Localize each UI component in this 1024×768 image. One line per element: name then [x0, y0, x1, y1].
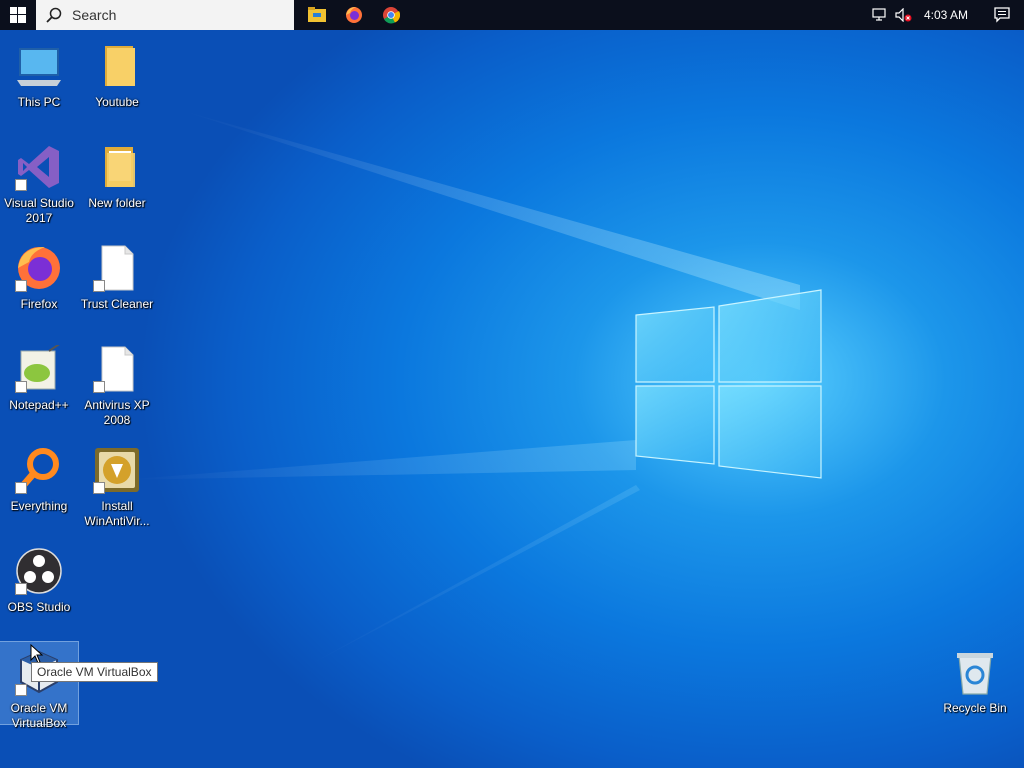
taskbar-chrome[interactable] — [372, 0, 409, 30]
desktop-icon-label: OBS Studio — [7, 600, 71, 614]
shortcut-arrow-icon — [15, 583, 27, 595]
system-tray: 4:03 AM — [868, 0, 1024, 30]
shortcut-arrow-icon — [15, 179, 27, 191]
desktop-icon-antivirus-xp[interactable]: Antivirus XP 2008 — [78, 339, 156, 428]
volume-tray-button[interactable] — [892, 0, 916, 30]
installer-icon — [93, 446, 141, 494]
search-box[interactable]: Search — [36, 0, 294, 30]
taskbar: Search 4:03 AM — [0, 0, 1024, 30]
recycle-bin-icon — [951, 648, 999, 696]
desktop-icon-label: New folder — [88, 196, 146, 210]
desktop-icon-label: Notepad++ — [9, 398, 69, 412]
desktop-icon-label: Install WinAntiVir... — [84, 499, 150, 528]
search-placeholder: Search — [72, 7, 117, 23]
shortcut-arrow-icon — [93, 482, 105, 494]
shortcut-arrow-icon — [15, 381, 27, 393]
file-explorer-icon — [307, 7, 326, 22]
folder-icon — [93, 42, 141, 90]
firefox-icon — [345, 7, 362, 23]
shortcut-arrow-icon — [93, 280, 105, 292]
visual-studio-icon — [15, 143, 63, 191]
mouse-cursor-icon — [30, 644, 44, 664]
desktop-icon-everything[interactable]: Everything — [0, 440, 78, 514]
firefox-icon — [15, 244, 63, 292]
desktop-icon-label: Oracle VM VirtualBox — [10, 701, 68, 730]
volume-muted-icon — [895, 8, 912, 22]
search-icon — [46, 7, 62, 23]
pinned-apps — [298, 0, 409, 30]
desktop-icon-label: Visual Studio 2017 — [4, 196, 74, 225]
desktop-icon-obs-studio[interactable]: OBS Studio — [0, 541, 78, 615]
shortcut-arrow-icon — [93, 381, 105, 393]
desktop-icon-trust-cleaner[interactable]: Trust Cleaner — [78, 238, 156, 312]
taskbar-file-explorer[interactable] — [298, 0, 335, 30]
chrome-icon — [382, 7, 400, 24]
shortcut-arrow-icon — [15, 280, 27, 292]
desktop-icon-this-pc[interactable]: This PC — [0, 36, 78, 110]
everything-search-icon — [15, 446, 63, 494]
desktop-icon-label: Antivirus XP 2008 — [84, 398, 150, 427]
start-button[interactable] — [0, 0, 36, 30]
clock[interactable]: 4:03 AM — [916, 8, 980, 22]
file-icon — [93, 345, 141, 393]
desktop-icon-visual-studio[interactable]: Visual Studio 2017 — [0, 137, 78, 226]
tooltip: Oracle VM VirtualBox — [31, 662, 158, 682]
shortcut-arrow-icon — [15, 684, 27, 696]
folder-icon — [93, 143, 141, 191]
desktop-icon-label: Trust Cleaner — [80, 297, 154, 311]
network-icon — [872, 8, 886, 21]
this-pc-icon — [15, 42, 63, 90]
obs-icon — [15, 547, 63, 595]
desktop-icon-label: Everything — [10, 499, 68, 513]
desktop-icon-install-winantivirus[interactable]: Install WinAntiVir... — [78, 440, 156, 529]
desktop-icon-label: Firefox — [20, 297, 58, 311]
notepad-plus-plus-icon — [15, 342, 63, 393]
desktop-icon-youtube[interactable]: Youtube — [78, 36, 156, 110]
desktop-icon-label: Youtube — [95, 95, 139, 109]
windows-logo-icon — [10, 7, 26, 23]
desktop-icon-label: Recycle Bin — [943, 701, 1007, 715]
file-icon — [93, 244, 141, 292]
desktop-icon-firefox[interactable]: Firefox — [0, 238, 78, 312]
shortcut-arrow-icon — [15, 482, 27, 494]
action-center-button[interactable] — [980, 0, 1024, 30]
notification-icon — [994, 7, 1010, 23]
desktop-icon-new-folder[interactable]: New folder — [78, 137, 156, 211]
desktop-icon-label: This PC — [17, 95, 61, 109]
taskbar-firefox[interactable] — [335, 0, 372, 30]
desktop-icon-recycle-bin[interactable]: Recycle Bin — [936, 642, 1014, 716]
network-tray-button[interactable] — [868, 0, 892, 30]
desktop-icon-notepad-plus-plus[interactable]: Notepad++ — [0, 339, 78, 413]
